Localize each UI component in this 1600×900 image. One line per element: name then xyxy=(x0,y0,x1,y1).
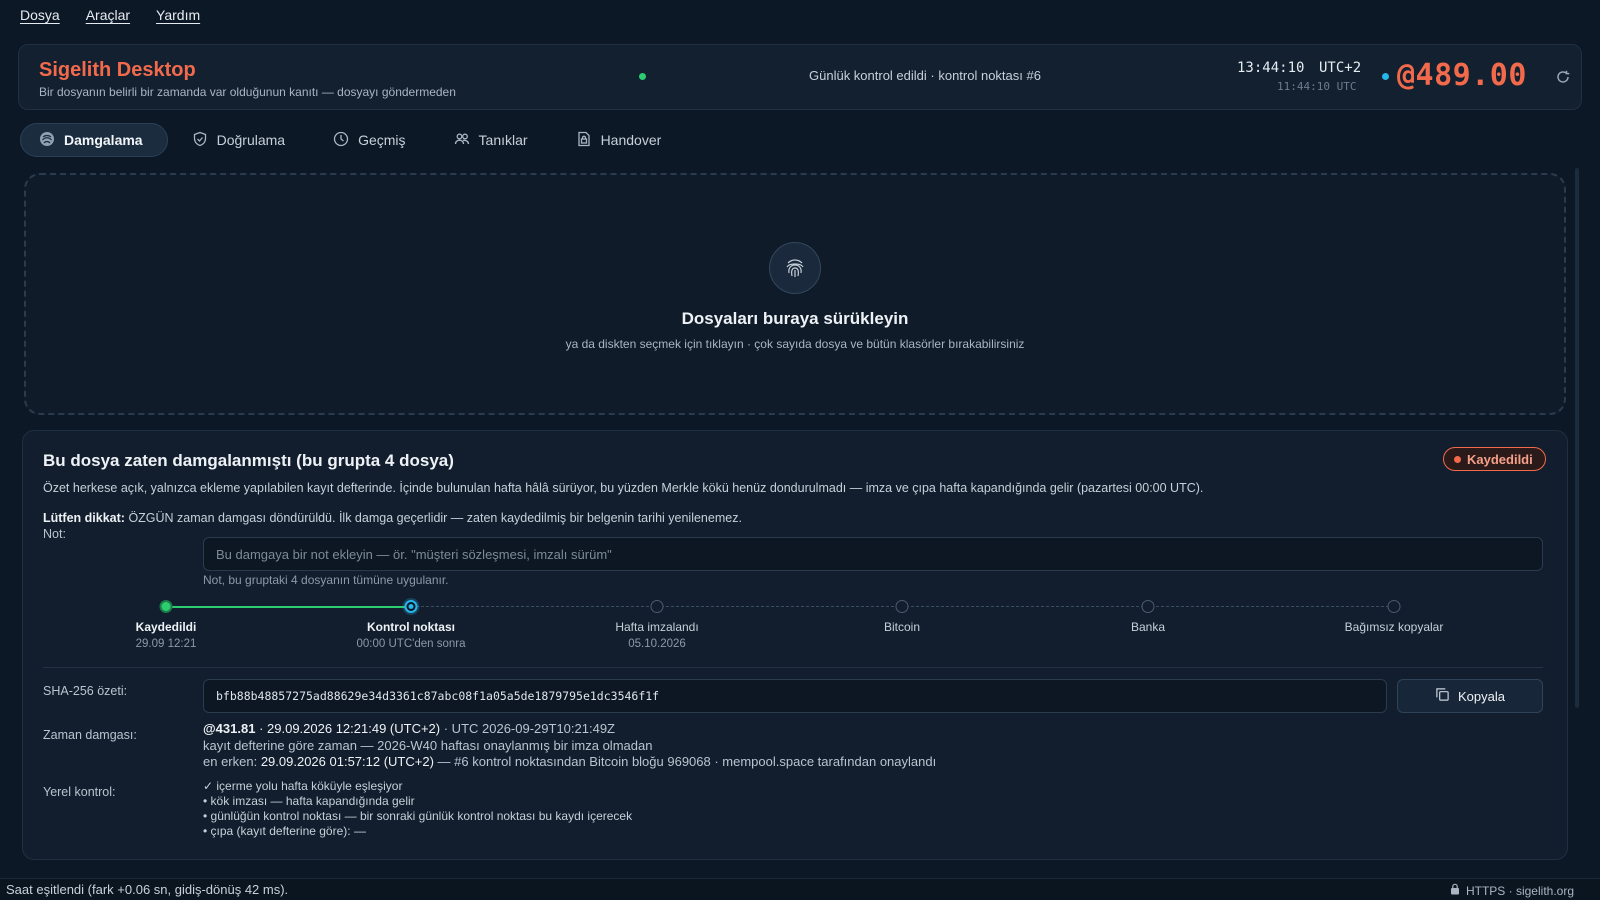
drop-zone-title: Dosyaları buraya sürükleyin xyxy=(681,309,909,328)
timeline-node-week-signed xyxy=(650,600,664,613)
timezone-label: UTC+2 xyxy=(1319,60,1362,76)
timeline-node-checkpoint xyxy=(404,600,418,613)
utc-clock: 11:44:10 UTC xyxy=(1277,80,1357,93)
warning-label: Lütfen dikkat: xyxy=(43,511,125,525)
clock-icon xyxy=(333,131,349,150)
timeline-sub-recorded: 29.09 12:21 xyxy=(135,638,197,650)
timeline-node-bank xyxy=(1141,600,1155,613)
copy-button-label: Kopyala xyxy=(1458,688,1505,704)
connection-label: HTTPS · sigelith.org xyxy=(1465,883,1574,898)
timeline-sub-week-signed: 05.10.2026 xyxy=(628,638,686,650)
hash-value: bfb88b48857275ad88629e34d3361c87abc08f1a… xyxy=(216,689,660,703)
timeline-label-independent-copies: Bağımsız kopyalar xyxy=(1344,620,1444,634)
menubar: Dosya Araçlar Yardım xyxy=(0,0,1600,30)
result-summary: Özet herkese açık, yalnızca ekleme yapıl… xyxy=(43,481,1204,495)
timestamp-ledger-note: kayıt defterine göre zaman — 2026-W40 ha… xyxy=(203,737,653,753)
timeline-label-checkpoint: Kontrol noktası xyxy=(366,620,455,634)
fingerprint-icon xyxy=(769,242,821,294)
tab-stamping[interactable]: Damgalama xyxy=(20,123,168,157)
earliest-prefix: en erken: xyxy=(203,754,258,769)
timestamp-details: @431.81 · 29.09.2026 12:21:49 (UTC+2) · … xyxy=(203,721,936,771)
tab-stamping-label: Damgalama xyxy=(64,132,143,148)
check-item: ✓ içerme yolu hafta köküyle eşleşiyor xyxy=(203,779,403,793)
warning-body: ÖZGÜN zaman damgası döndürüldü. İlk damg… xyxy=(128,511,742,525)
copy-button[interactable]: Kopyala xyxy=(1397,679,1543,713)
balance-value: @489.00 xyxy=(1397,58,1527,93)
timeline-label-recorded: Kaydedildi xyxy=(135,620,197,634)
result-title: Bu dosya zaten damgalanmıştı (bu grupta … xyxy=(43,451,454,470)
earliest-details: — #6 kontrol noktasından Bitcoin bloğu 9… xyxy=(437,754,937,769)
daily-check-status: Günlük kontrol edildi · kontrol noktası … xyxy=(809,68,1041,83)
earliest-time: 29.09.2026 01:57:12 (UTC+2) xyxy=(260,754,434,769)
tab-history-label: Geçmiş xyxy=(358,132,406,148)
warning-text: Lütfen dikkat: ÖZGÜN zaman damgası döndü… xyxy=(43,511,742,525)
timestamp-value: @431.81 xyxy=(203,721,256,736)
note-help-text: Not, bu gruptaki 4 dosyanın tümüne uygul… xyxy=(203,573,449,587)
tab-verify-label: Doğrulama xyxy=(216,132,286,148)
refresh-icon[interactable] xyxy=(1551,65,1575,89)
note-input[interactable] xyxy=(203,537,1543,571)
section-divider xyxy=(43,667,1543,668)
timestamp-label: Zaman damgası: xyxy=(43,728,137,742)
tab-verify[interactable]: Doğrulama xyxy=(174,123,309,157)
timeline-label-week-signed: Hafta imzalandı xyxy=(615,620,699,634)
timeline-node-independent-copies xyxy=(1387,600,1401,613)
note-label: Not: xyxy=(43,527,66,541)
check-item: • günlüğün kontrol noktası — bir sonraki… xyxy=(203,809,633,823)
clock-sync-status: Saat eşitlendi (fark +0.06 sn, gidiş-dön… xyxy=(6,882,289,897)
copy-icon xyxy=(1435,687,1450,705)
menu-file[interactable]: Dosya xyxy=(20,7,60,23)
file-drop-zone[interactable]: Dosyaları buraya sürükleyin ya da diskte… xyxy=(24,173,1566,415)
local-check-label: Yerel kontrol: xyxy=(43,785,116,799)
status-badge-label: Kaydedildi xyxy=(1467,451,1533,467)
local-clock: 13:44:10 xyxy=(1237,60,1305,76)
local-check-list: ✓ içerme yolu hafta köküyle eşleşiyor • … xyxy=(203,779,632,839)
main-tabs: Damgalama Doğrulama Geçmiş Tanıklar Hand… xyxy=(20,123,685,157)
stamp-result-card: Bu dosya zaten damgalanmıştı (bu grupta … xyxy=(22,430,1568,860)
connection-status: HTTPS · sigelith.org xyxy=(1450,883,1574,898)
timestamp-utc: · UTC 2026-09-29T10:21:49Z xyxy=(443,721,615,736)
users-icon xyxy=(454,131,470,150)
timestamp-local: · 29.09.2026 12:21:49 (UTC+2) xyxy=(259,721,441,736)
status-dot-icon xyxy=(639,73,646,80)
drop-zone-subtitle: ya da diskten seçmek için tıklayın · çok… xyxy=(565,337,1025,351)
status-bar: Saat eşitlendi (fark +0.06 sn, gidiş-dön… xyxy=(0,878,1600,900)
tab-witnesses-label: Tanıklar xyxy=(478,132,528,148)
timeline-sub-checkpoint: 00:00 UTC'den sonra xyxy=(356,638,466,650)
stamp-icon xyxy=(39,131,55,150)
document-lock-icon xyxy=(576,131,592,150)
timeline-label-bank: Banka xyxy=(1130,620,1166,634)
timeline-node-recorded xyxy=(159,600,173,613)
hash-label: SHA-256 özeti: xyxy=(43,684,128,698)
tab-history[interactable]: Geçmiş xyxy=(315,123,429,157)
tab-witnesses[interactable]: Tanıklar xyxy=(436,123,552,157)
hash-field[interactable]: bfb88b48857275ad88629e34d3361c87abc08f1a… xyxy=(203,679,1387,713)
status-badge: Kaydedildi xyxy=(1443,447,1546,471)
lock-icon xyxy=(1450,883,1460,898)
balance-dot-icon xyxy=(1382,73,1389,80)
check-item: • kök imzası — hafta kapandığında gelir xyxy=(203,794,415,808)
tab-handover[interactable]: Handover xyxy=(558,123,686,157)
progress-timeline: Kaydedildi 29.09 12:21 Kontrol noktası 0… xyxy=(23,595,1567,655)
app-title: Sigelith Desktop xyxy=(39,59,196,81)
menu-tools[interactable]: Araçlar xyxy=(86,7,130,23)
tab-handover-label: Handover xyxy=(600,132,662,148)
shield-check-icon xyxy=(192,131,208,150)
badge-dot-icon xyxy=(1454,455,1461,463)
check-item: • çıpa (kayıt defterine göre): — xyxy=(203,824,366,838)
menu-help[interactable]: Yardım xyxy=(156,7,200,23)
timeline-line-done xyxy=(166,606,411,608)
scrollbar[interactable] xyxy=(1575,168,1579,708)
timeline-node-bitcoin xyxy=(895,600,909,613)
app-header: Sigelith Desktop Bir dosyanın belirli bi… xyxy=(18,44,1582,110)
timeline-label-bitcoin: Bitcoin xyxy=(883,620,921,634)
app-subtitle: Bir dosyanın belirli bir zamanda var old… xyxy=(39,85,456,99)
